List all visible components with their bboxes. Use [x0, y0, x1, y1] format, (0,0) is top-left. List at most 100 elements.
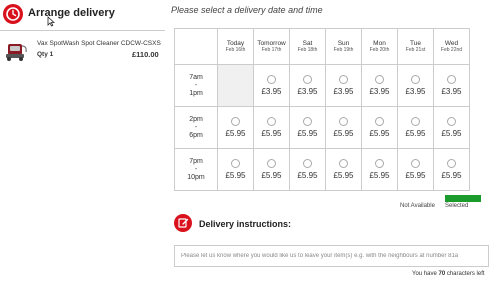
slot-option[interactable]: £5.95: [361, 148, 398, 191]
time-start: 2pm: [189, 115, 203, 123]
slot-option[interactable]: £3.95: [253, 64, 290, 107]
slot-price: £5.95: [297, 171, 318, 180]
slot-radio[interactable]: [375, 117, 384, 126]
day-date: Feb 22nd: [440, 47, 463, 53]
day-header-sat: Sat Feb 18th: [289, 28, 326, 65]
day-header-mon: Mon Feb 20th: [361, 28, 398, 65]
day-date: Feb 16th: [225, 47, 246, 53]
slot-option[interactable]: £5.95: [325, 148, 362, 191]
slot-option[interactable]: £5.95: [253, 106, 290, 149]
slot-price: £5.95: [369, 171, 390, 180]
slot-price: £3.95: [261, 87, 282, 96]
slot-radio[interactable]: [447, 75, 456, 84]
slot-price: £5.95: [261, 129, 282, 138]
slot-option[interactable]: £5.95: [289, 148, 326, 191]
day-date: Feb 20th: [369, 47, 390, 53]
slot-radio[interactable]: [231, 159, 240, 168]
slot-option[interactable]: £5.95: [433, 106, 470, 149]
slot-option[interactable]: £5.95: [397, 148, 434, 191]
slot-radio[interactable]: [411, 159, 420, 168]
day-name: Today: [226, 40, 245, 47]
day-name: Sat: [302, 40, 313, 47]
time-start: 7pm: [189, 157, 203, 165]
slot-radio[interactable]: [411, 117, 420, 126]
slot-option[interactable]: £5.95: [397, 106, 434, 149]
time-separator: -: [194, 81, 198, 89]
slot-price: £5.95: [225, 171, 246, 180]
slot-radio[interactable]: [303, 159, 312, 168]
slot-price: £5.95: [369, 129, 390, 138]
slot-option[interactable]: £3.95: [289, 64, 326, 107]
slot-option[interactable]: £5.95: [361, 106, 398, 149]
slot-radio[interactable]: [375, 159, 384, 168]
legend-selected: Selected: [445, 203, 469, 209]
chars-left-prefix: You have: [412, 271, 437, 277]
slot-option[interactable]: £5.95: [253, 148, 290, 191]
slot-radio[interactable]: [339, 117, 348, 126]
edit-note-icon: [178, 218, 189, 228]
slot-price: £3.95: [297, 87, 318, 96]
order-summary-panel: Arrange delivery Vax SpotWash Spot Clean…: [0, 0, 165, 287]
calendar-header-row: Today Feb 16th Tomorrow Feb 17th Sat Feb 18…: [174, 28, 470, 65]
slot-option[interactable]: £3.95: [361, 64, 398, 107]
slot-radio[interactable]: [231, 117, 240, 126]
slot-radio[interactable]: [447, 159, 456, 168]
day-name: Mon: [373, 40, 386, 47]
day-date: Feb 19th: [333, 47, 354, 53]
day-header-tue: Tue Feb 21st: [397, 28, 434, 65]
time-separator: -: [194, 165, 198, 173]
product-image: [6, 44, 27, 61]
delivery-calendar: Today Feb 16th Tomorrow Feb 17th Sat Feb 18…: [174, 28, 470, 191]
slot-radio[interactable]: [267, 75, 276, 84]
slot-option[interactable]: £5.95: [325, 106, 362, 149]
slot-price: £5.95: [441, 129, 462, 138]
delivery-step-icon: [3, 4, 23, 24]
product-name: Vax SpotWash Spot Cleaner CDCW-CSXS: [37, 40, 161, 47]
day-name: Tue: [410, 40, 421, 47]
slot-option[interactable]: £3.95: [433, 64, 470, 107]
time-separator: -: [194, 123, 198, 131]
time-slot-row-afternoon: 2pm -6pm £5.95 £5.95 £5.95 £5.95 £5.95 £5…: [174, 106, 470, 149]
slot-radio[interactable]: [411, 75, 420, 84]
slot-price: £3.95: [441, 87, 462, 96]
slot-radio[interactable]: [303, 75, 312, 84]
day-name: Tomorrow: [257, 40, 286, 47]
slot-price: £5.95: [333, 171, 354, 180]
slot-price: £5.95: [225, 129, 246, 138]
chars-left-count: 70: [438, 271, 446, 277]
step-title: Arrange delivery: [28, 7, 115, 19]
slot-radio[interactable]: [375, 75, 384, 84]
day-date: Feb 17th: [261, 47, 282, 53]
slot-price: £5.95: [297, 129, 318, 138]
slot-radio[interactable]: [267, 159, 276, 168]
day-header-today: Today Feb 16th: [217, 28, 254, 65]
instructions-title: Delivery instructions:: [199, 219, 292, 229]
time-slot-label: 2pm -6pm: [174, 106, 218, 149]
divider: [0, 30, 165, 31]
slot-radio[interactable]: [303, 117, 312, 126]
slot-option[interactable]: £3.95: [325, 64, 362, 107]
slot-radio[interactable]: [447, 117, 456, 126]
slot-option[interactable]: £5.95: [217, 106, 254, 149]
slot-price: £5.95: [405, 171, 426, 180]
legend-not-available: Not Available: [400, 203, 435, 209]
mouse-cursor-icon: [47, 16, 55, 27]
delivery-instructions-input[interactable]: [174, 245, 489, 267]
slot-option[interactable]: £5.95: [217, 148, 254, 191]
day-header-tomorrow: Tomorrow Feb 17th: [253, 28, 290, 65]
slot-unavailable: [217, 64, 254, 107]
slot-option[interactable]: £3.95: [397, 64, 434, 107]
slot-price: £3.95: [333, 87, 354, 96]
slot-radio[interactable]: [339, 159, 348, 168]
slot-option[interactable]: £5.95: [433, 148, 470, 191]
slot-price: £3.95: [369, 87, 390, 96]
legend-selected-swatch: [445, 195, 481, 202]
slot-radio[interactable]: [267, 117, 276, 126]
slot-price: £3.95: [405, 87, 426, 96]
day-name: Wed: [444, 40, 459, 47]
slot-option[interactable]: £5.95: [289, 106, 326, 149]
time-slot-label: 7pm -10pm: [174, 148, 218, 191]
slot-radio[interactable]: [339, 75, 348, 84]
day-name: Sun: [337, 40, 350, 47]
slot-price: £5.95: [441, 171, 462, 180]
